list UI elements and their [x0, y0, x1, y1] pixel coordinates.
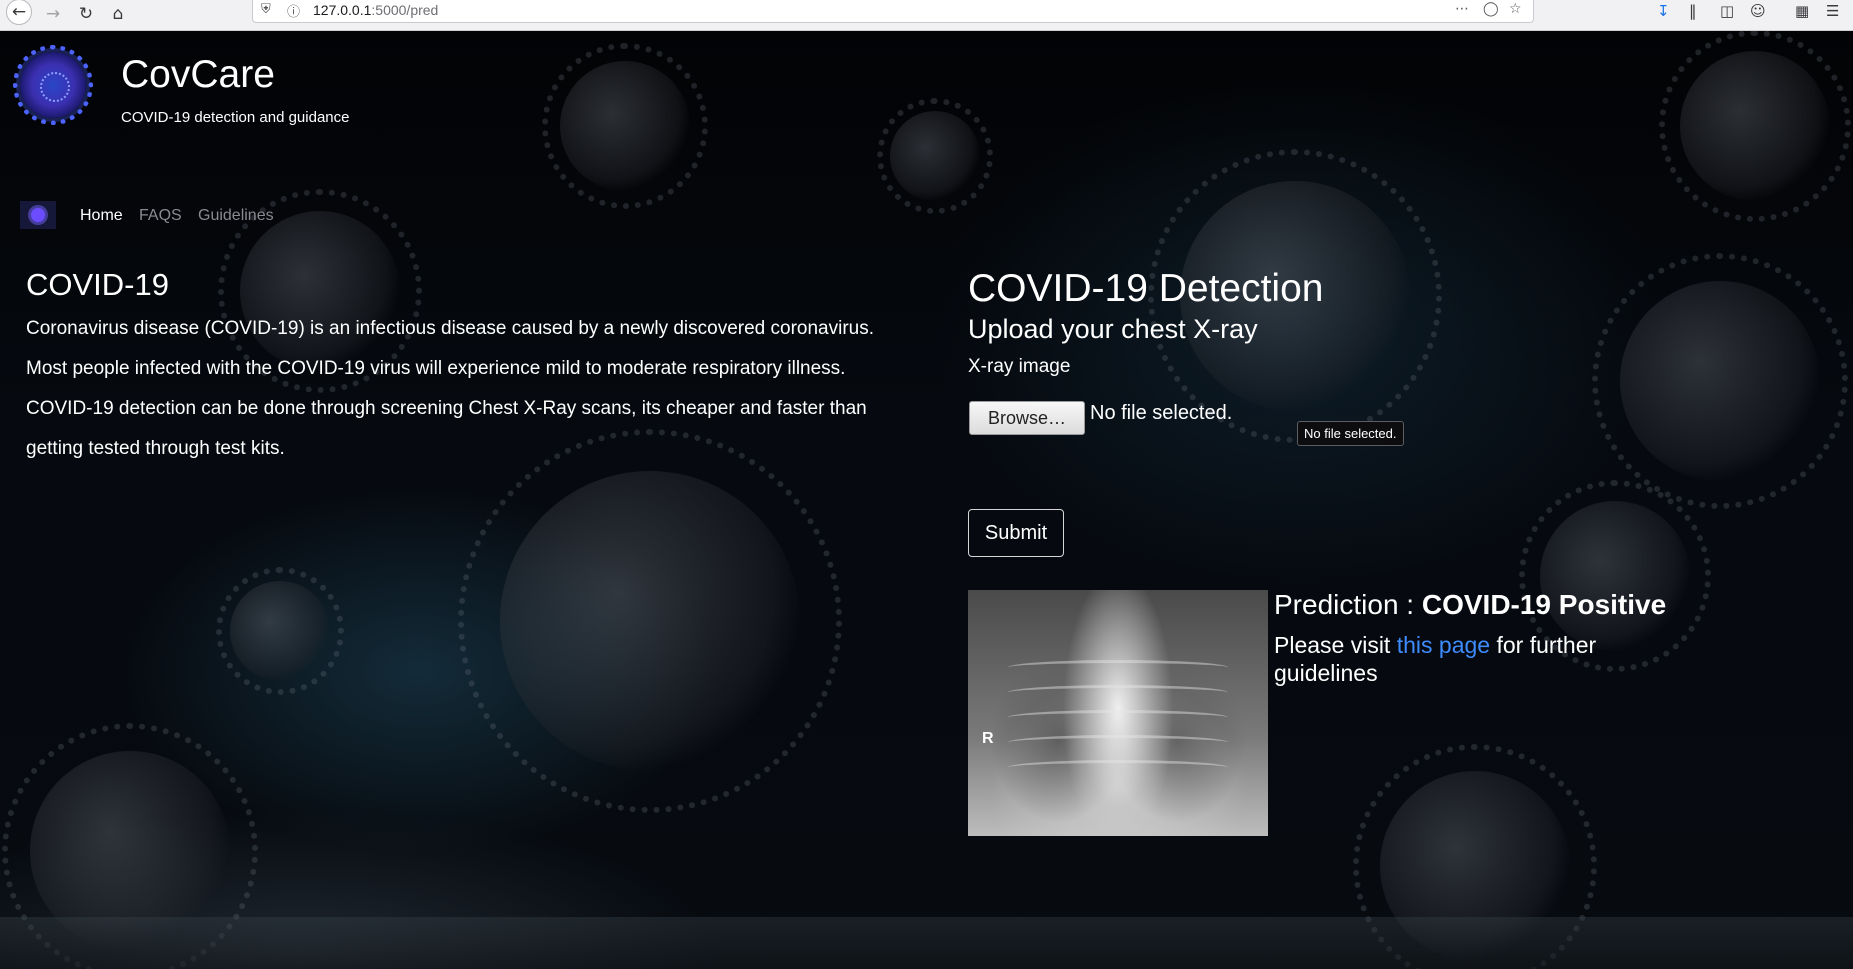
- file-status-text: No file selected.: [1090, 402, 1233, 424]
- upload-heading: Upload your chest X-ray: [968, 314, 1258, 344]
- library-icon[interactable]: ‖: [1689, 2, 1697, 20]
- covcare-logo-icon: [13, 45, 93, 125]
- prediction-value: COVID-19 Positive: [1421, 589, 1667, 620]
- detection-title: COVID-19 Detection: [968, 267, 1324, 310]
- shield-icon[interactable]: ⛨: [261, 2, 271, 17]
- sidebar-icon[interactable]: ◫: [1720, 2, 1734, 20]
- xray-field-label: X-ray image: [968, 356, 1071, 377]
- virus-background-shape: [541, 42, 709, 210]
- address-bar[interactable]: ⛨ ⓘ 127.0.0.1:5000/pred ⋯ ◯ ☆: [252, 0, 1534, 23]
- virus-background-shape: [1519, 480, 1711, 672]
- virus-background-shape: [877, 98, 993, 214]
- guidelines-page-link[interactable]: this page: [1397, 632, 1490, 658]
- brand-title: CovCare: [121, 53, 275, 96]
- menu-icon[interactable]: ☰: [1826, 2, 1839, 20]
- browse-button[interactable]: Browse…: [969, 401, 1085, 435]
- guidelines-message: Please visit this page for further guide…: [1274, 632, 1597, 686]
- virus-background-shape: [1592, 253, 1848, 509]
- home-icon[interactable]: ⌂: [105, 1, 131, 27]
- brand-subtitle: COVID-19 detection and guidance: [121, 109, 350, 126]
- info-icon[interactable]: ⓘ: [287, 1, 300, 20]
- submit-button[interactable]: Submit: [968, 509, 1064, 557]
- reload-icon[interactable]: ↻: [73, 1, 99, 27]
- nav-home-link[interactable]: Home: [80, 207, 123, 225]
- back-icon[interactable]: ←: [6, 0, 32, 25]
- extensions-icon[interactable]: ▦: [1795, 2, 1809, 20]
- uploaded-xray-image: R: [968, 590, 1268, 836]
- more-icon[interactable]: ⋯: [1455, 1, 1469, 17]
- about-body: Coronavirus disease (COVID-19) is an inf…: [26, 318, 875, 459]
- virus-background-shape: [458, 429, 842, 813]
- footer-band: [0, 917, 1853, 969]
- download-icon[interactable]: ↧: [1657, 2, 1670, 20]
- virus-background-shape: [216, 567, 344, 695]
- forward-icon[interactable]: →: [40, 1, 66, 27]
- prediction-result: Prediction : COVID-19 Positive: [1274, 589, 1667, 620]
- xray-side-marker: R: [982, 730, 994, 747]
- file-tooltip: No file selected.: [1297, 421, 1404, 446]
- nav-logo-icon[interactable]: [20, 201, 56, 229]
- nav-faqs-link[interactable]: FAQS: [139, 207, 182, 225]
- nav-guidelines-link[interactable]: Guidelines: [198, 207, 274, 225]
- virus-background-shape: [1659, 31, 1851, 222]
- url-text[interactable]: 127.0.0.1:5000/pred: [313, 2, 438, 18]
- about-title: COVID-19: [26, 267, 169, 302]
- account-icon[interactable]: ☺: [1750, 2, 1766, 20]
- browser-toolbar: ← → ↻ ⌂ ⛨ ⓘ 127.0.0.1:5000/pred ⋯ ◯ ☆ ↧ …: [0, 0, 1853, 31]
- pocket-icon[interactable]: ◯: [1483, 1, 1499, 17]
- page-body: CovCare COVID-19 detection and guidance …: [0, 31, 1853, 969]
- star-icon[interactable]: ☆: [1509, 1, 1522, 17]
